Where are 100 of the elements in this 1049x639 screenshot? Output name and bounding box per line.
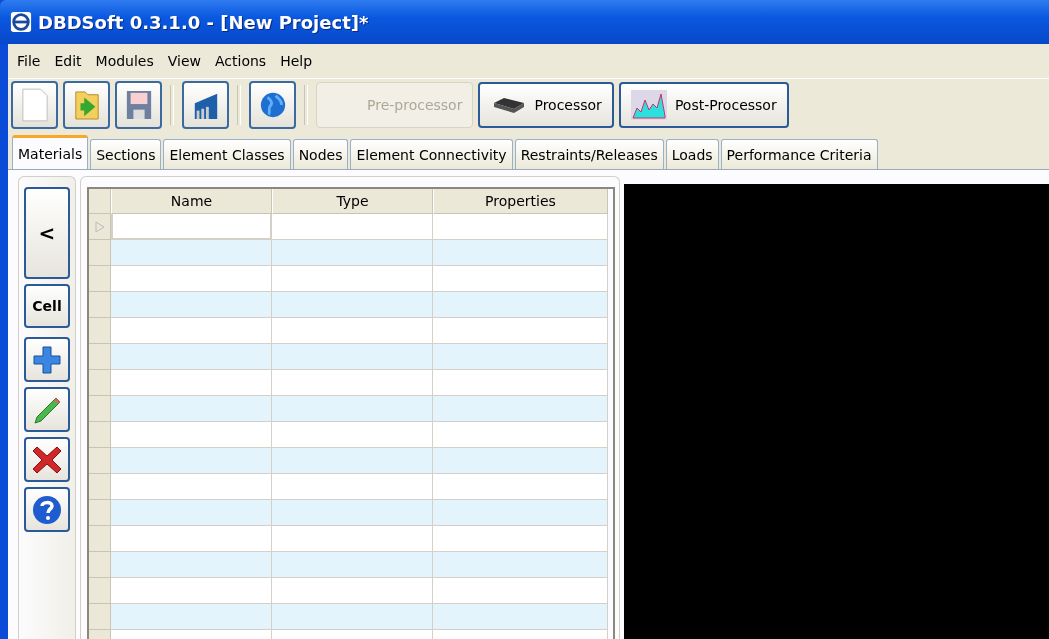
column-header[interactable]: Properties <box>433 189 608 214</box>
open-button[interactable] <box>63 81 110 129</box>
table-corner <box>89 189 111 214</box>
table-cell[interactable] <box>433 240 608 266</box>
table-cell[interactable] <box>111 344 272 370</box>
table-cell[interactable] <box>272 318 433 344</box>
row-pointer-icon <box>94 220 105 233</box>
table-cell[interactable] <box>111 318 272 344</box>
row-header[interactable] <box>89 474 111 500</box>
table-cell[interactable] <box>433 500 608 526</box>
table-cell[interactable] <box>272 604 433 630</box>
tab[interactable]: Materials <box>12 135 89 169</box>
row-header[interactable] <box>89 526 111 552</box>
globe-button[interactable] <box>249 81 296 129</box>
table-cell[interactable] <box>433 578 608 604</box>
table-cell[interactable] <box>433 344 608 370</box>
menu-item[interactable]: View <box>160 53 208 69</box>
row-header[interactable] <box>89 578 111 604</box>
row-header[interactable] <box>89 266 111 292</box>
table-cell[interactable] <box>433 448 608 474</box>
table-cell[interactable] <box>272 396 433 422</box>
table-cell[interactable] <box>433 292 608 318</box>
module-button[interactable]: Processor <box>478 82 614 128</box>
menu-item[interactable]: Edit <box>47 53 89 69</box>
row-header[interactable] <box>89 318 111 344</box>
table-cell[interactable] <box>433 318 608 344</box>
table-cell[interactable] <box>433 370 608 396</box>
table-cell[interactable] <box>272 266 433 292</box>
table-cell[interactable] <box>111 448 272 474</box>
table-cell[interactable] <box>272 552 433 578</box>
module-button[interactable]: Post-Processor <box>618 82 789 128</box>
menu-item[interactable]: Help <box>273 53 320 69</box>
row-header[interactable] <box>89 396 111 422</box>
table-cell[interactable] <box>433 526 608 552</box>
row-header[interactable] <box>89 604 111 630</box>
row-header[interactable] <box>89 344 111 370</box>
add-button[interactable] <box>24 337 70 382</box>
table-cell[interactable] <box>272 214 433 240</box>
tab[interactable]: Loads <box>665 139 719 169</box>
row-header[interactable] <box>89 292 111 318</box>
table-cell[interactable] <box>111 422 272 448</box>
row-header[interactable] <box>89 500 111 526</box>
delete-button[interactable] <box>24 437 70 482</box>
edit-button[interactable] <box>24 387 70 432</box>
table-cell[interactable] <box>111 552 272 578</box>
table-cell[interactable] <box>433 422 608 448</box>
table-cell[interactable] <box>111 474 272 500</box>
building-button[interactable] <box>182 81 229 129</box>
table-cell[interactable] <box>433 266 608 292</box>
plus-icon <box>32 344 62 375</box>
table-cell[interactable] <box>111 526 272 552</box>
collapse-button[interactable]: < <box>24 187 70 279</box>
table-cell[interactable] <box>272 500 433 526</box>
row-header[interactable] <box>89 552 111 578</box>
column-header[interactable]: Type <box>272 189 433 214</box>
table-cell[interactable] <box>272 422 433 448</box>
table-cell[interactable] <box>111 604 272 630</box>
blank-page-icon <box>20 88 49 122</box>
tab[interactable]: Element Connectivity <box>350 139 513 169</box>
table-cell[interactable] <box>272 448 433 474</box>
tab[interactable]: Sections <box>90 139 162 169</box>
new-file-button[interactable] <box>11 81 58 129</box>
table-cell[interactable] <box>111 266 272 292</box>
help-button[interactable] <box>24 487 70 532</box>
menu-item[interactable]: Modules <box>88 53 161 69</box>
table-cell[interactable] <box>111 370 272 396</box>
cell-button[interactable]: Cell <box>24 284 70 328</box>
row-header[interactable] <box>89 214 111 240</box>
row-header[interactable] <box>89 422 111 448</box>
table-cell[interactable] <box>272 344 433 370</box>
table-cell[interactable] <box>111 500 272 526</box>
table-cell[interactable] <box>111 214 272 240</box>
table-cell[interactable] <box>111 240 272 266</box>
table-cell[interactable] <box>272 292 433 318</box>
column-header[interactable]: Name <box>111 189 272 214</box>
table-cell[interactable] <box>433 474 608 500</box>
tab[interactable]: Performance Criteria <box>720 139 878 169</box>
app-logo-icon <box>10 11 32 33</box>
save-button[interactable] <box>115 81 162 129</box>
table-cell[interactable] <box>433 604 608 630</box>
table-cell[interactable] <box>111 578 272 604</box>
table-cell[interactable] <box>272 578 433 604</box>
tab[interactable]: Restraints/Releases <box>514 139 664 169</box>
table-cell[interactable] <box>111 396 272 422</box>
table-cell[interactable] <box>433 552 608 578</box>
row-header[interactable] <box>89 370 111 396</box>
table-cell[interactable] <box>272 240 433 266</box>
table-cell[interactable] <box>433 396 608 422</box>
table-cell[interactable] <box>272 474 433 500</box>
table-cell[interactable] <box>272 370 433 396</box>
tab[interactable]: Element Classes <box>163 139 291 169</box>
menu-item[interactable]: File <box>10 53 48 69</box>
row-header[interactable] <box>89 448 111 474</box>
table-cell[interactable] <box>111 292 272 318</box>
table-cell[interactable] <box>433 214 608 240</box>
row-header[interactable] <box>89 240 111 266</box>
menu-item[interactable]: Actions <box>208 53 274 69</box>
area-chart-icon <box>630 90 667 120</box>
table-cell[interactable] <box>272 526 433 552</box>
tab[interactable]: Nodes <box>292 139 349 169</box>
